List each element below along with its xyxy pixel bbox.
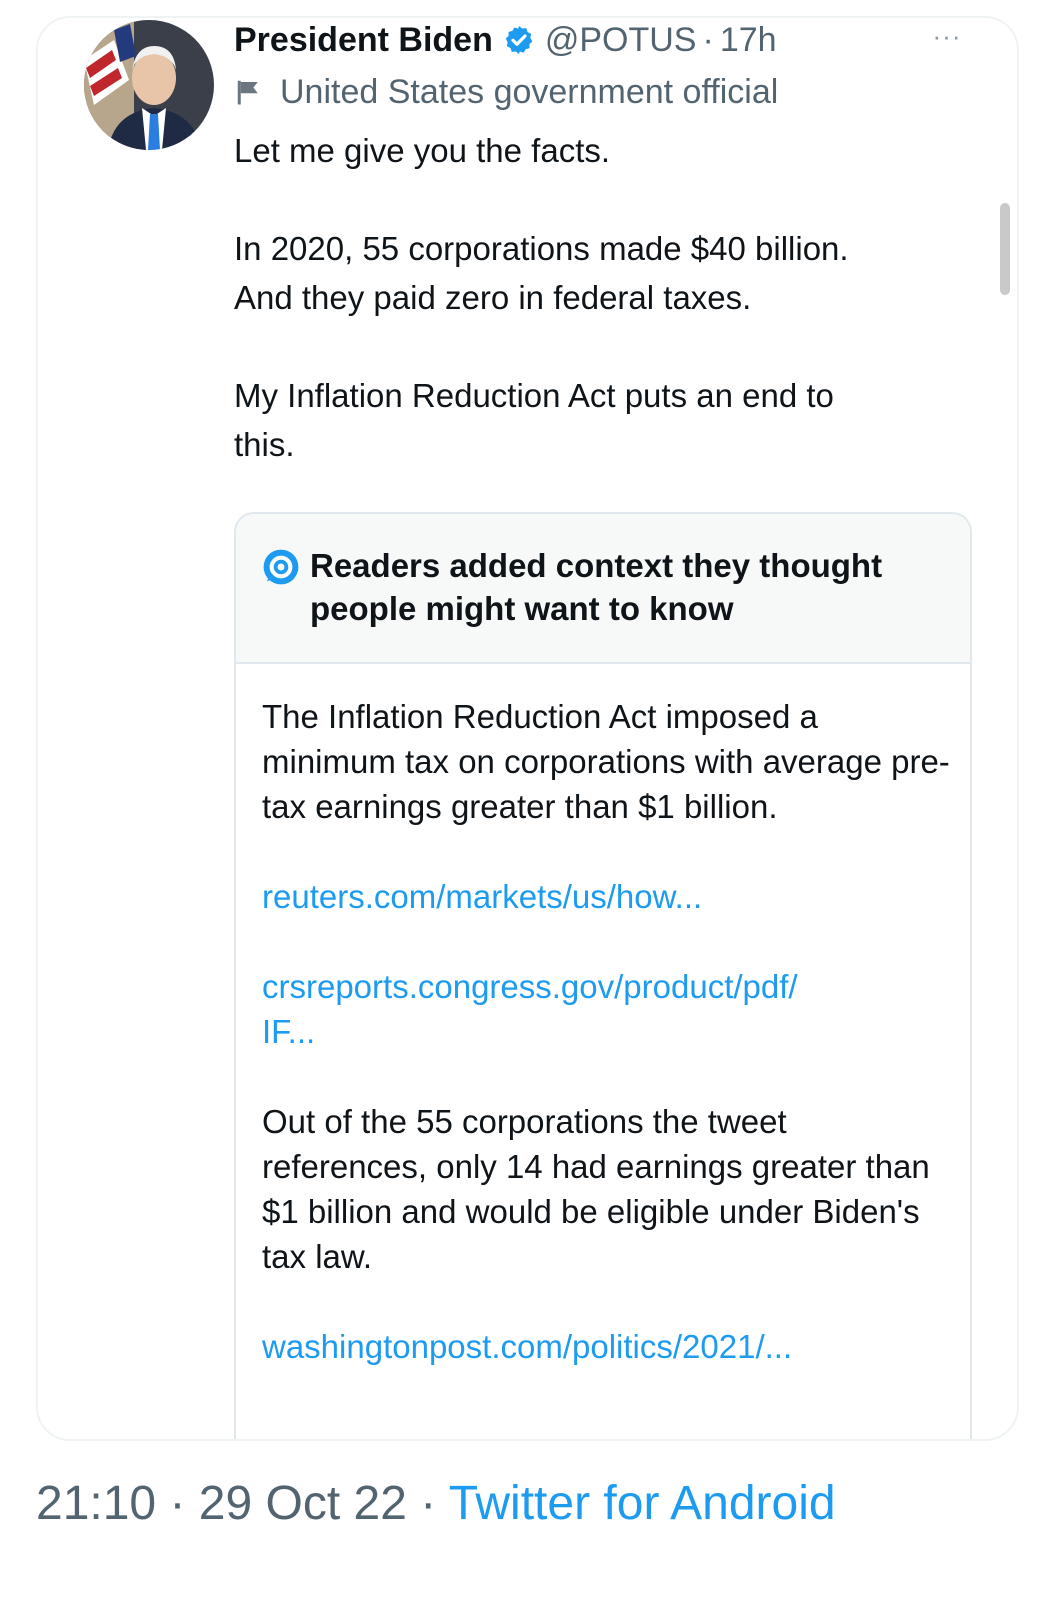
line-spacer xyxy=(234,175,994,224)
separator-dot: · xyxy=(169,1477,186,1530)
tweet-line: Let me give you the facts. xyxy=(234,132,611,169)
scrollbar-thumb[interactable] xyxy=(1000,203,1010,295)
government-flag-icon xyxy=(237,80,258,105)
note-source-link[interactable]: washingtonpost.com/politics/2021/... xyxy=(262,1324,952,1369)
community-note: Readers added context they thought peopl… xyxy=(234,512,972,1439)
link-line: crsreports.congress.gov/product/pdf/ xyxy=(262,968,798,1005)
avatar[interactable] xyxy=(84,20,214,150)
line-spacer xyxy=(234,322,994,371)
avatar-photo xyxy=(84,20,214,150)
account-label: United States government official xyxy=(234,70,778,114)
account-label-text: United States government official xyxy=(280,72,779,111)
author-handle[interactable]: @POTUS xyxy=(545,21,697,60)
tweet-header: President Biden @POTUS · 17h xyxy=(234,18,994,62)
separator-dot: · xyxy=(702,20,714,59)
note-source-link[interactable]: crsreports.congress.gov/product/pdf/IF..… xyxy=(262,964,952,1054)
community-note-title: Readers added context they thought peopl… xyxy=(310,547,883,627)
note-paragraph: Out of the 55 corporations the tweet ref… xyxy=(262,1103,930,1275)
verified-badge-icon xyxy=(505,26,533,54)
tweet-footer: 21:10 · 29 Oct 22 · Twitter for Android xyxy=(36,1476,836,1532)
tweet-card[interactable]: President Biden @POTUS · 17h ··· United … xyxy=(36,16,1019,1441)
link-line: IF... xyxy=(262,1013,316,1050)
tweet-line: In 2020, 55 corporations made $40 billio… xyxy=(234,230,849,267)
community-notes-icon xyxy=(263,549,299,585)
more-options-icon[interactable]: ··· xyxy=(927,23,967,50)
post-source-link[interactable]: Twitter for Android xyxy=(449,1477,836,1530)
community-note-body: The Inflation Reduction Act imposed a mi… xyxy=(262,694,952,1369)
separator-dot: · xyxy=(420,1477,437,1530)
post-time[interactable]: 21:10 xyxy=(36,1477,156,1530)
tweet-line: My Inflation Reduction Act puts an end t… xyxy=(234,377,834,414)
post-date[interactable]: 29 Oct 22 xyxy=(199,1477,407,1530)
author-name[interactable]: President Biden xyxy=(234,21,493,60)
note-source-link[interactable]: reuters.com/markets/us/how... xyxy=(262,874,952,919)
tweet-time[interactable]: 17h xyxy=(720,21,777,60)
tweet-line: this. xyxy=(234,426,295,463)
tweet-text: Let me give you the facts. In 2020, 55 c… xyxy=(234,126,994,469)
community-note-header: Readers added context they thought peopl… xyxy=(236,514,970,664)
tweet-line: And they paid zero in federal taxes. xyxy=(234,279,752,316)
note-paragraph: The Inflation Reduction Act imposed a mi… xyxy=(262,698,950,825)
